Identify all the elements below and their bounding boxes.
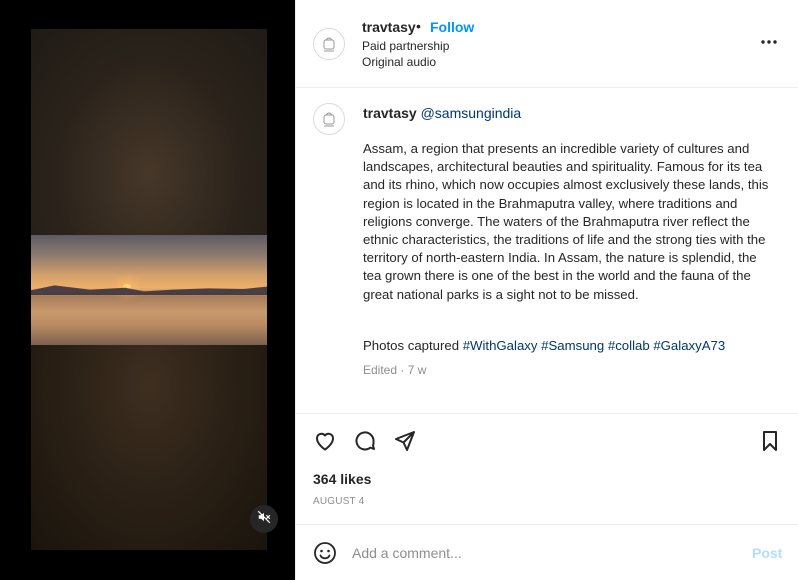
avatar-logo-icon	[323, 37, 335, 52]
comment-icon[interactable]	[353, 429, 377, 453]
comment-bar: Post	[296, 524, 798, 580]
avatar-logo-icon	[323, 112, 335, 127]
avatar[interactable]	[313, 28, 345, 60]
caption-username[interactable]: travtasy	[363, 105, 417, 121]
caption-avatar[interactable]	[313, 103, 345, 135]
video-sunset-frame	[31, 235, 267, 345]
paid-partnership-label[interactable]: Paid partnership	[362, 39, 449, 53]
hills	[31, 285, 267, 295]
media-pane	[0, 0, 295, 580]
hashtag-link[interactable]: #Samsung	[541, 338, 604, 353]
caption-mention[interactable]: @samsungindia	[421, 105, 522, 121]
original-audio-link[interactable]: Original audio	[362, 55, 436, 69]
post-panel: travtasy • Follow Paid partnership Origi…	[295, 0, 798, 580]
likes-count[interactable]: 364 likes	[313, 471, 371, 487]
tags-prefix: Photos captured	[363, 338, 460, 353]
caption-tags: Photos captured #WithGalaxy #Samsung #co…	[363, 338, 725, 353]
share-icon[interactable]	[393, 429, 417, 453]
heart-icon[interactable]	[313, 429, 337, 453]
comment-input[interactable]	[352, 541, 732, 565]
post-comment-button[interactable]: Post	[752, 545, 782, 561]
edited-timestamp[interactable]: Edited · 7 w	[363, 363, 426, 377]
emoji-icon[interactable]	[313, 541, 337, 565]
speaker-muted-icon	[257, 510, 271, 529]
video-blur-bottom	[31, 345, 267, 550]
post-header: travtasy • Follow Paid partnership Origi…	[296, 0, 798, 88]
post-date[interactable]: AUGUST 4	[313, 496, 364, 507]
caption-area: travtasy @samsungindia Assam, a region t…	[296, 88, 798, 414]
video-blur-top	[31, 29, 267, 235]
post-username[interactable]: travtasy	[362, 19, 416, 35]
bookmark-icon[interactable]	[758, 429, 782, 453]
video-player[interactable]	[31, 29, 267, 550]
caption-header: travtasy @samsungindia	[363, 105, 521, 121]
caption-text: Assam, a region that presents an incredi…	[363, 141, 769, 302]
hashtag-link[interactable]: #collab	[608, 338, 650, 353]
hashtag-link[interactable]: #GalaxyA73	[653, 338, 725, 353]
more-horizontal-icon[interactable]	[759, 32, 779, 52]
follow-button[interactable]: Follow	[430, 19, 474, 35]
action-bar	[296, 425, 798, 457]
separator-dot: •	[416, 18, 421, 34]
mute-button[interactable]	[250, 505, 278, 533]
hashtag-link[interactable]: #WithGalaxy	[463, 338, 538, 353]
